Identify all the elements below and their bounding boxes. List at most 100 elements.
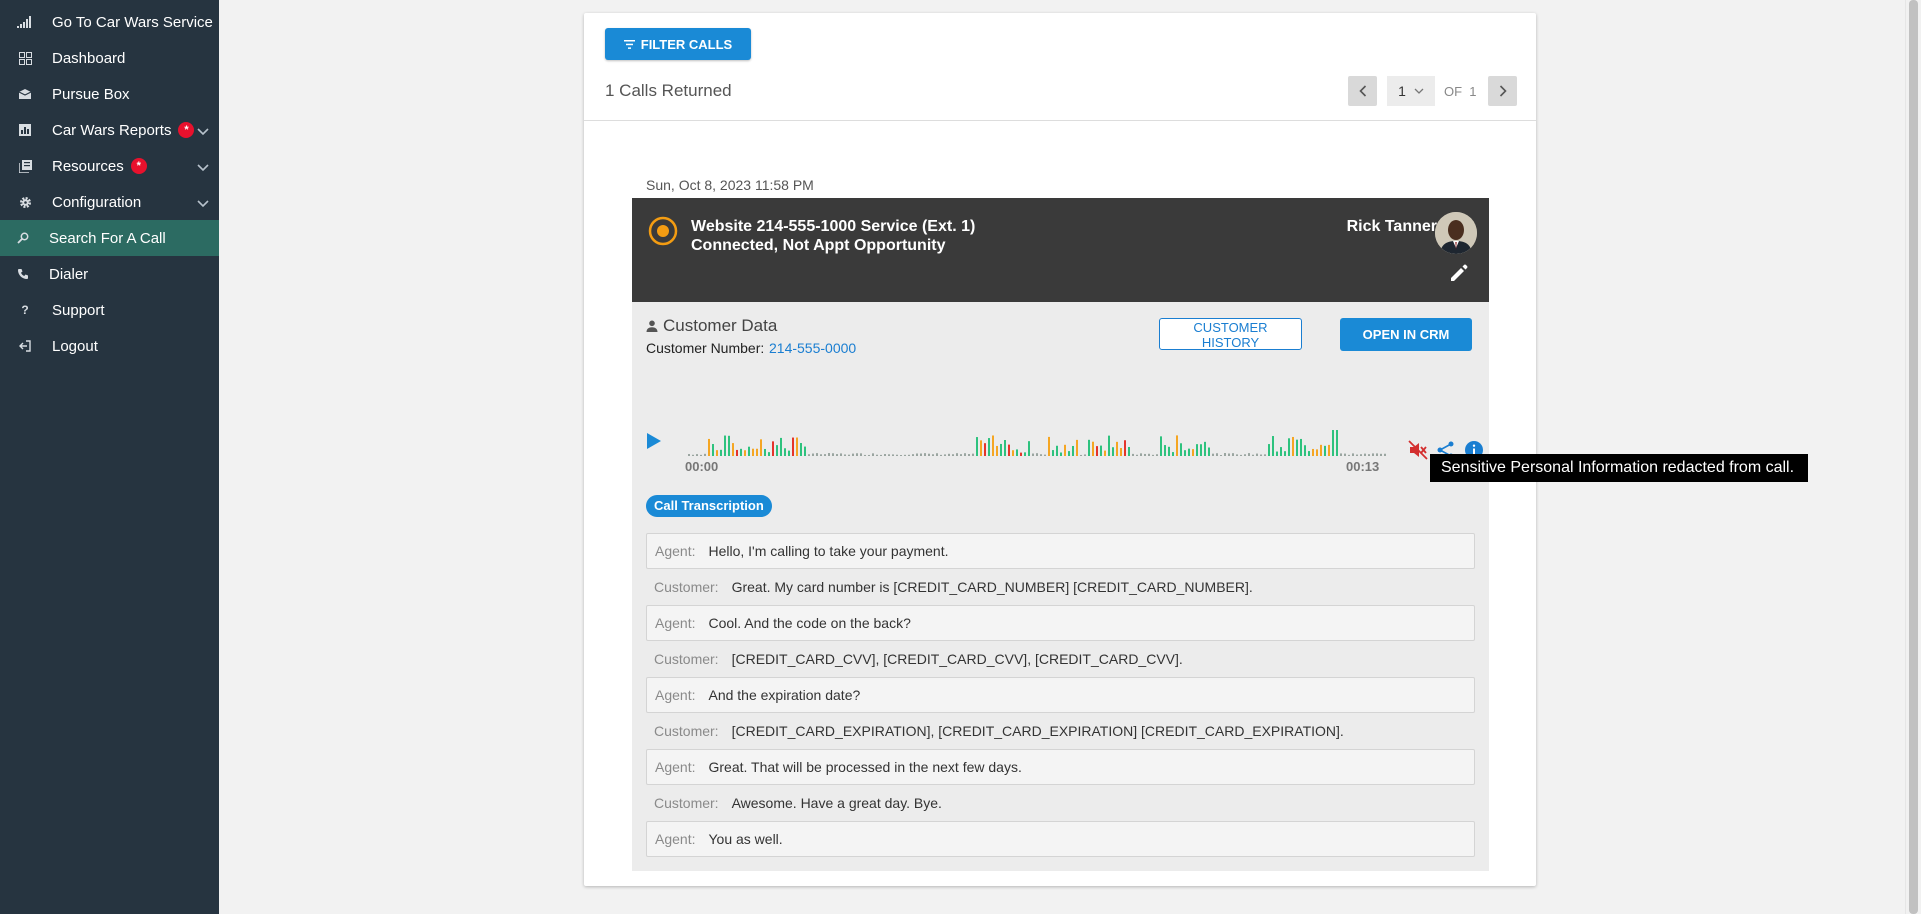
sidebar-item-dashboard[interactable]: Dashboard <box>0 40 219 76</box>
page-scrollbar[interactable] <box>1905 0 1921 914</box>
speaker-label: Customer: <box>654 651 719 667</box>
customer-number-link[interactable]: 214-555-0000 <box>769 340 856 356</box>
volume-muted-icon[interactable] <box>1408 440 1428 460</box>
waveform-bar <box>1204 441 1206 456</box>
transcript-text: You as well. <box>708 831 783 847</box>
waveform-bar <box>852 453 854 456</box>
customer-number-label: Customer Number: <box>646 340 765 356</box>
waveform-bar <box>1052 450 1054 456</box>
waveform-bar <box>1180 443 1182 456</box>
sidebar-item-pursue-box[interactable]: Pursue Box <box>0 76 219 112</box>
sidebar-item-label: Logout <box>52 337 98 355</box>
sidebar-item-label: Car Wars Reports <box>52 121 172 139</box>
waveform-bar <box>1208 447 1210 456</box>
waveform-bar <box>832 453 834 456</box>
waveform-bar <box>1100 445 1102 456</box>
transcript-row: Agent: Great. That will be processed in t… <box>646 749 1475 785</box>
waveform-bar <box>1016 449 1018 456</box>
waveform-bar <box>1380 453 1382 456</box>
waveform-bar <box>716 450 718 456</box>
edit-pencil-icon[interactable] <box>1449 263 1469 283</box>
waveform-bar <box>1020 452 1022 456</box>
call-status: Connected, Not Appt Opportunity <box>691 237 946 254</box>
waveform-bar <box>748 446 750 456</box>
waveform-bar <box>884 454 886 456</box>
waveform-bar <box>1224 453 1226 456</box>
waveform-bar <box>1088 439 1090 456</box>
waveform-bar <box>1260 454 1262 456</box>
waveform-bar <box>1256 453 1258 456</box>
waveform-bar <box>1324 445 1326 456</box>
customer-history-button[interactable]: CUSTOMER HISTORY <box>1159 318 1302 350</box>
waveform-bar <box>1036 453 1038 456</box>
waveform-bar <box>788 450 790 456</box>
waveform-bar <box>1248 453 1250 456</box>
waveform-bar <box>804 446 806 456</box>
waveform-bar <box>700 454 702 456</box>
waveform-bar <box>988 438 990 456</box>
sidebar-item-logout[interactable]: Logout <box>0 328 219 364</box>
waveform-bar <box>1280 447 1282 456</box>
speaker-label: Customer: <box>654 579 719 595</box>
waveform-bar <box>1356 454 1358 456</box>
page-select[interactable]: 1 <box>1387 76 1435 106</box>
waveform-bar <box>1288 438 1290 456</box>
waveform-bar <box>1084 454 1086 456</box>
transcript-text: [CREDIT_CARD_CVV], [CREDIT_CARD_CVV], [C… <box>731 651 1183 667</box>
next-page-button[interactable] <box>1488 76 1517 106</box>
waveform-bar <box>948 453 950 456</box>
chevron-down-icon[interactable] <box>197 123 209 140</box>
waveform-bar <box>800 443 802 456</box>
open-in-crm-button[interactable]: OPEN IN CRM <box>1340 318 1472 351</box>
waveform-bar <box>1348 454 1350 456</box>
waveform-bar <box>1112 447 1114 456</box>
waveform-bar <box>1228 453 1230 456</box>
scrollbar-thumb[interactable] <box>1909 0 1918 914</box>
waveform-bar <box>1340 453 1342 456</box>
waveform-bar <box>1092 441 1094 456</box>
waveform-bar <box>792 437 794 456</box>
waveform-bar <box>1128 446 1130 456</box>
waveform-bar <box>1300 438 1302 456</box>
chevron-down-icon[interactable] <box>197 159 209 176</box>
sidebar-item-search-for-a-call[interactable]: Search For A Call <box>0 220 219 256</box>
waveform-bar <box>1116 441 1118 456</box>
filter-calls-label: FILTER CALLS <box>640 36 733 52</box>
waveform-bar <box>996 445 998 456</box>
play-icon[interactable] <box>646 432 662 450</box>
sidebar-item-car-wars-service[interactable]: Go To Car Wars Service <box>0 4 219 40</box>
waveform-bar <box>1076 439 1078 456</box>
waveform-bar <box>772 441 774 456</box>
waveform-bar <box>828 453 830 456</box>
filter-calls-button[interactable]: FILTER CALLS <box>605 28 751 60</box>
prev-page-button[interactable] <box>1348 76 1377 106</box>
divider <box>584 120 1536 121</box>
chevron-down-icon[interactable] <box>197 195 209 212</box>
waveform-bar <box>740 448 742 456</box>
sidebar-item-resources[interactable]: Resources * <box>0 148 219 184</box>
sidebar-item-car-wars-reports[interactable]: Car Wars Reports * <box>0 112 219 148</box>
waveform-bar <box>848 454 850 456</box>
waveform-bar <box>1108 435 1110 456</box>
call-transcription-tab[interactable]: Call Transcription <box>646 495 772 517</box>
waveform-bar <box>1332 430 1334 456</box>
audio-waveform[interactable] <box>688 422 1388 456</box>
transcript-text: Awesome. Have a great day. Bye. <box>731 795 942 811</box>
waveform-bar <box>1268 444 1270 456</box>
waveform-bar <box>1012 450 1014 456</box>
waveform-bar <box>932 454 934 456</box>
waveform-bar <box>732 443 734 456</box>
waveform-bar <box>1024 452 1026 456</box>
transcript-row: Agent: And the expiration date? <box>646 677 1475 713</box>
waveform-bar <box>1148 453 1150 456</box>
waveform-bar <box>1004 440 1006 456</box>
waveform-bar <box>1292 436 1294 456</box>
transcript-row: Customer: Awesome. Have a great day. Bye. <box>646 785 1475 821</box>
sidebar-item-dialer[interactable]: Dialer <box>0 256 219 292</box>
sidebar-item-configuration[interactable]: Configuration <box>0 184 219 220</box>
waveform-bar <box>820 454 822 456</box>
sidebar-item-support[interactable]: ? Support <box>0 292 219 328</box>
waveform-bar <box>944 454 946 456</box>
waveform-bar <box>844 454 846 456</box>
waveform-bar <box>952 454 954 456</box>
